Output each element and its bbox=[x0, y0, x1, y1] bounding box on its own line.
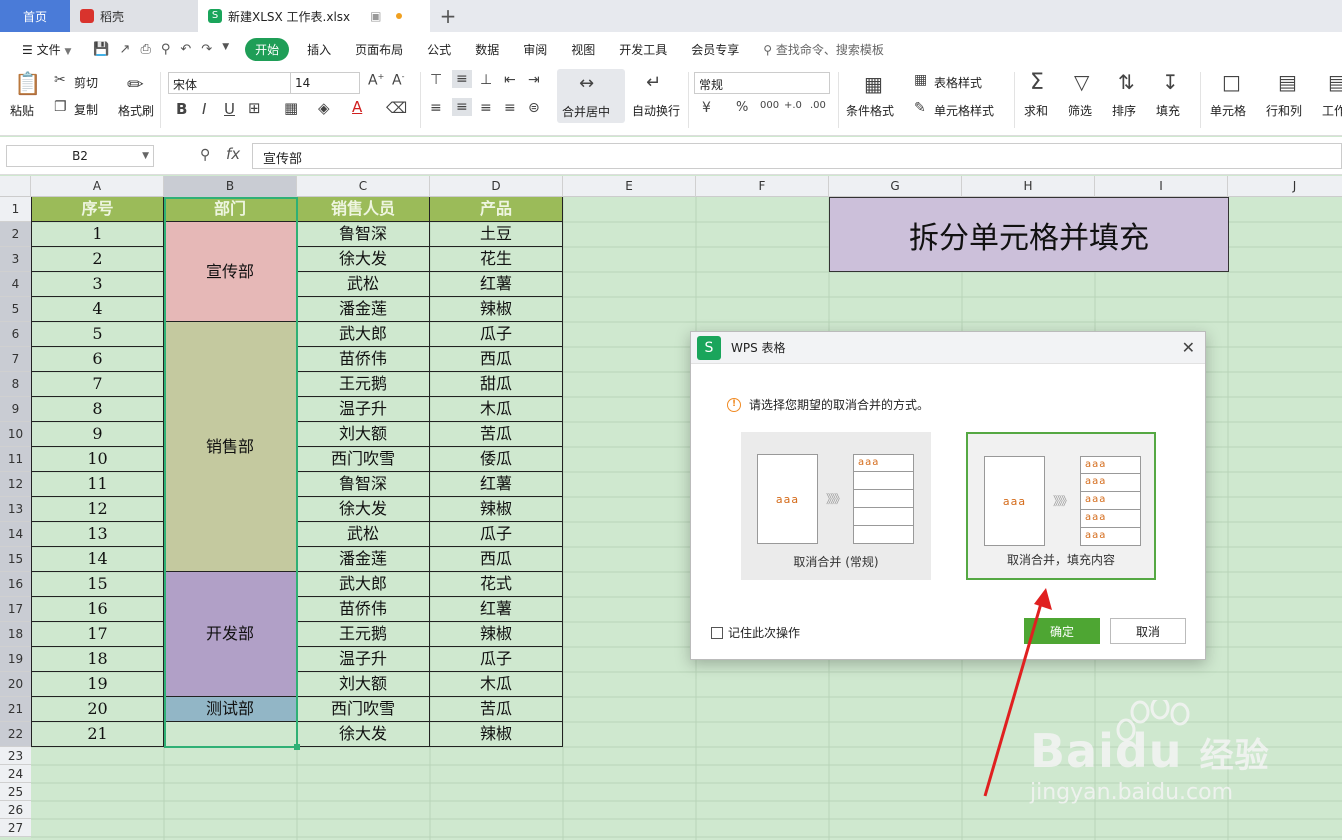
annotation-arrow bbox=[983, 588, 1052, 797]
arrow-shaft bbox=[983, 599, 1044, 797]
arrow-head-icon bbox=[1034, 588, 1052, 610]
